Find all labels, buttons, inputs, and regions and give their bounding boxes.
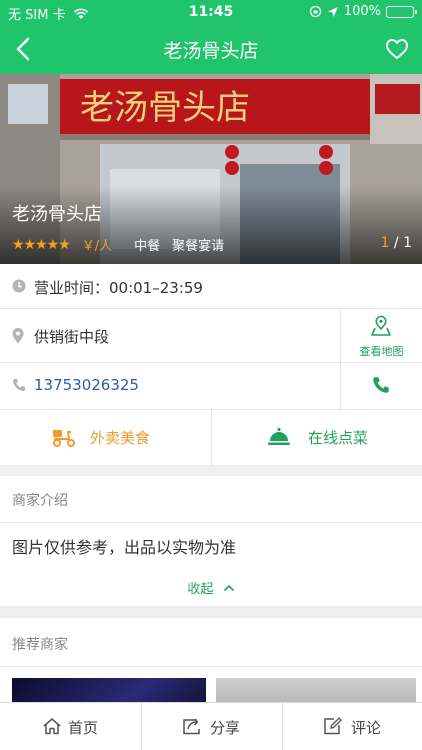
action-buttons: 外卖美食 在线点菜: [0, 409, 422, 466]
edit-icon: [324, 717, 342, 735]
share-icon: [183, 718, 200, 735]
price-per-person: ￥/人: [81, 239, 113, 254]
takeout-label: 外卖美食: [90, 429, 151, 447]
store-meta: ★★★★★ ￥/人 中餐 聚餐宴请: [12, 235, 236, 255]
tab-home[interactable]: 首页: [0, 703, 140, 750]
favorite-button[interactable]: [380, 32, 414, 66]
delivery-scooter-icon: [53, 430, 75, 447]
page-title: 老汤骨头店: [163, 40, 259, 62]
clock-icon: [12, 279, 26, 293]
intro-text: 图片仅供参考，出品以实物为准: [12, 538, 237, 557]
view-map-label: 查看地图: [359, 345, 404, 358]
battery-percent: 100%: [343, 4, 381, 19]
status-right: 100%: [309, 4, 417, 19]
intro-heading: 商家介绍: [12, 493, 68, 509]
order-online-button[interactable]: 在线点菜: [211, 410, 422, 466]
collapse-label: 收起: [187, 582, 214, 597]
map-icon: [371, 315, 391, 336]
photo-counter: 1 / 1: [381, 235, 412, 251]
tab-review-label: 评论: [351, 719, 382, 737]
phone-number[interactable]: 13753026325: [34, 376, 139, 394]
takeout-button[interactable]: 外卖美食: [0, 410, 211, 466]
map-pin-icon: [12, 328, 24, 344]
home-icon: [43, 718, 61, 735]
store-name: 老汤骨头店: [12, 204, 102, 225]
store-info: 营业时间：00:01–23:59 供销街中段 13753026325 查看地图: [0, 264, 422, 409]
tab-home-label: 首页: [68, 719, 99, 737]
hours-row: 营业时间：00:01–23:59: [0, 264, 422, 309]
intro-divider: [0, 522, 422, 523]
order-online-label: 在线点菜: [308, 429, 369, 447]
tag-label: 聚餐宴请: [172, 239, 225, 254]
call-button[interactable]: [341, 363, 422, 409]
serving-bell-icon: [268, 428, 290, 445]
tab-review[interactable]: 评论: [282, 703, 422, 750]
business-hours: 营业时间：00:01–23:59: [34, 279, 203, 297]
heart-icon: [386, 39, 408, 59]
category-label: 中餐: [134, 239, 161, 254]
recommend-heading: 推荐商家: [12, 637, 68, 653]
phone-icon: [13, 379, 25, 391]
back-arrow-icon: [16, 37, 30, 61]
rating-stars: ★★★★★: [12, 236, 71, 253]
nav-bar: 老汤骨头店: [0, 24, 422, 74]
chevron-up-icon: [223, 584, 234, 592]
tab-share-label: 分享: [210, 719, 241, 737]
photo-current: 1: [380, 235, 390, 251]
store-intro-section: 商家介绍 图片仅供参考，出品以实物为准 收起: [0, 476, 422, 606]
recommend-divider: [0, 666, 422, 667]
address-text: 供销街中段: [34, 328, 110, 346]
photo-total: / 1: [393, 235, 412, 251]
status-bar: 无 SIM 卡 11:45 100%: [0, 0, 422, 24]
orientation-lock-icon: [309, 5, 321, 18]
location-arrow-icon: [327, 6, 338, 17]
battery-icon: [386, 5, 417, 18]
tab-share[interactable]: 分享: [141, 703, 281, 750]
store-photo-banner[interactable]: 老汤骨头店 老汤骨头店 ★★★★★ ￥/人 中餐 聚餐宴请 1 / 1: [0, 74, 422, 264]
phone-call-icon: [373, 377, 389, 393]
back-button[interactable]: [6, 32, 40, 66]
bottom-tab-bar: 首页 分享 评论: [0, 702, 422, 750]
sign-text: 老汤骨头店: [80, 88, 250, 128]
collapse-button[interactable]: 收起: [0, 578, 422, 597]
view-map-button[interactable]: 查看地图: [341, 309, 422, 363]
